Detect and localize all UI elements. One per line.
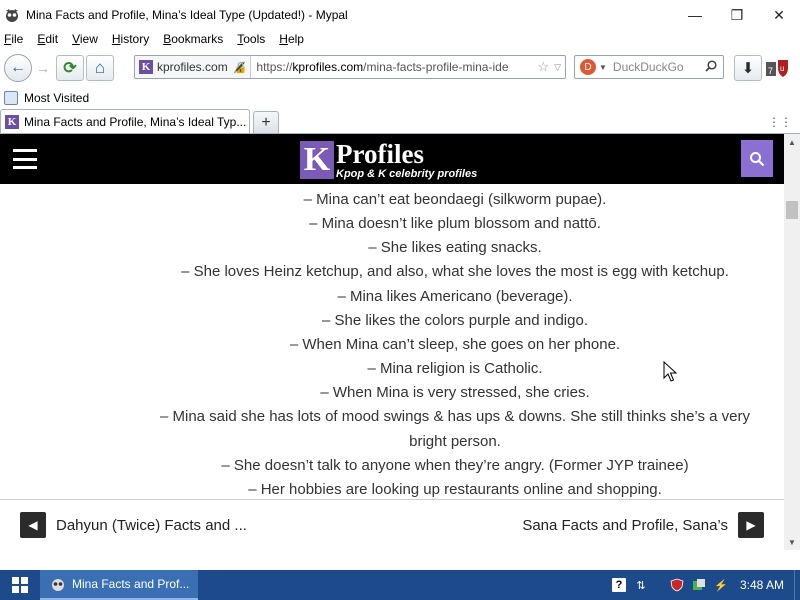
next-post-link[interactable]: Sana Facts and Profile, Sana’s ▶ xyxy=(512,512,764,538)
scroll-down-icon[interactable]: ▼ xyxy=(784,534,800,550)
ublock-icon[interactable]: u7 xyxy=(766,58,790,78)
next-post-label: Sana Facts and Profile, Sana’s xyxy=(522,516,728,534)
menu-help[interactable]: Help xyxy=(279,32,304,46)
fact-item: – Mina can’t eat beondaegi (silkworm pup… xyxy=(303,191,607,208)
menu-view[interactable]: View xyxy=(72,32,98,46)
scrollbar-thumb[interactable] xyxy=(786,201,798,219)
previous-post-label: Dahyun (Twice) Facts and ... xyxy=(56,516,247,534)
lock-icon: 🔏 xyxy=(232,61,247,74)
site-search-button[interactable] xyxy=(741,140,773,177)
chevron-left-icon: ◀ xyxy=(20,512,46,538)
status-strip xyxy=(0,550,800,570)
fact-item: – When Mina can’t sleep, she goes on her… xyxy=(289,335,621,353)
list-all-tabs-icon[interactable]: ⋮⋮ xyxy=(768,115,792,129)
tab-favicon: K xyxy=(5,114,19,129)
taskbar: Mina Facts and Prof... ? ⇅ ⚡ 3:48 AM xyxy=(0,570,800,600)
downloads-button[interactable]: ⬇ xyxy=(734,55,762,81)
previous-post-link[interactable]: ◀ Dahyun (Twice) Facts and ... xyxy=(20,512,257,538)
site-header: K Profiles Kpop & K celebrity profiles xyxy=(0,134,784,184)
fact-item: – Mina likes Americano (beverage). xyxy=(337,287,573,305)
tab-title: Mina Facts and Profile, Mina’s Ideal Typ… xyxy=(24,114,247,129)
fact-item: – She loves Heinz ketchup, and also, wha… xyxy=(181,263,729,281)
search-icon[interactable] xyxy=(705,59,717,75)
bookmarks-toolbar: Most Visited xyxy=(0,88,800,108)
mouse-cursor-icon xyxy=(663,361,677,382)
logo-letter: K xyxy=(300,141,334,179)
forward-button[interactable]: → xyxy=(32,55,54,81)
window-title: Mina Facts and Profile, Mina’s Ideal Typ… xyxy=(26,8,348,22)
home-icon: ⌂ xyxy=(94,58,106,77)
url-dropdown-icon[interactable]: ▽ xyxy=(554,62,561,73)
menu-bar: File Edit View History Bookmarks Tools H… xyxy=(0,30,800,48)
post-navigation: ◀ Dahyun (Twice) Facts and ... Sana Fact… xyxy=(0,499,784,550)
url-bar[interactable]: K kprofiles.com 🔏 https://kprofiles.com/… xyxy=(134,55,566,79)
identity-domain: kprofiles.com xyxy=(157,60,228,74)
reload-button[interactable]: ⟳ xyxy=(56,55,84,81)
maximize-button[interactable]: ❐ xyxy=(716,0,758,30)
web-page: K Profiles Kpop & K celebrity profiles –… xyxy=(0,134,784,550)
action-center-icon[interactable] xyxy=(692,578,706,592)
minimize-button[interactable]: — xyxy=(674,0,716,30)
site-identity-button[interactable]: K kprofiles.com 🔏 xyxy=(135,56,252,78)
bookmark-most-visited[interactable]: Most Visited xyxy=(24,91,89,105)
menu-history[interactable]: History xyxy=(112,32,149,46)
chevron-right-icon: ▶ xyxy=(738,512,764,538)
volume-icon[interactable]: ⚡ xyxy=(714,578,728,592)
menu-bookmarks[interactable]: Bookmarks xyxy=(163,32,223,46)
fact-item: – Mina doesn’t like plum blossom and nat… xyxy=(309,215,601,233)
windows-logo-icon xyxy=(12,577,28,593)
menu-tools[interactable]: Tools xyxy=(237,32,265,46)
tab-active[interactable]: K Mina Facts and Profile, Mina’s Ideal T… xyxy=(0,109,250,133)
svg-text:7: 7 xyxy=(768,66,773,76)
mypal-app-icon xyxy=(52,579,64,591)
bookmark-star-icon[interactable]: ☆ xyxy=(537,59,549,75)
reload-icon: ⟳ xyxy=(63,60,77,77)
duckduckgo-icon[interactable]: D xyxy=(580,59,596,75)
fact-item: – She likes the colors purple and indigo… xyxy=(321,311,588,329)
most-visited-icon xyxy=(4,91,18,105)
url-host: kprofiles.com xyxy=(292,60,364,74)
show-desktop-button[interactable] xyxy=(794,570,800,600)
tab-strip: K Mina Facts and Profile, Mina’s Ideal T… xyxy=(0,109,800,134)
taskbar-mypal-window[interactable]: Mina Facts and Prof... xyxy=(40,570,198,600)
new-tab-button[interactable]: + xyxy=(253,111,279,133)
site-favicon: K xyxy=(139,60,153,74)
search-icon xyxy=(750,151,765,166)
page-scrollbar[interactable]: ▲ ▼ xyxy=(784,134,800,550)
menu-edit[interactable]: Edit xyxy=(37,32,58,46)
menu-file[interactable]: File xyxy=(4,32,23,46)
title-bar: Mina Facts and Profile, Mina’s Ideal Typ… xyxy=(0,0,800,30)
home-button[interactable]: ⌂ xyxy=(86,55,114,81)
scroll-up-icon[interactable]: ▲ xyxy=(784,134,800,150)
hamburger-menu-icon[interactable] xyxy=(13,149,37,169)
taskbar-clock[interactable]: 3:48 AM xyxy=(740,578,784,592)
navigation-toolbar: ← → ⟳ ⌂ K kprofiles.com 🔏 https://kprofi… xyxy=(0,52,800,84)
taskbar-window-label: Mina Facts and Prof... xyxy=(72,577,190,591)
fact-item: – She doesn’t talk to anyone when they’r… xyxy=(221,456,689,474)
facts-list: – Mina can’t eat beondaegi (silkworm pup… xyxy=(150,188,760,502)
svg-text:u: u xyxy=(780,64,784,73)
fact-item: – When Mina is very stressed, she cries. xyxy=(320,384,590,402)
download-icon: ⬇ xyxy=(741,60,755,77)
network-icon[interactable]: ⇅ xyxy=(634,578,648,592)
logo-tagline: Kpop & K celebrity profiles xyxy=(336,167,478,180)
search-placeholder: DuckDuckGo xyxy=(612,60,684,74)
help-icon[interactable]: ? xyxy=(611,578,626,592)
fact-item: – Mina said she has lots of mood swings … xyxy=(159,408,751,450)
shield-icon[interactable] xyxy=(670,578,684,592)
fact-item: – She likes eating snacks. xyxy=(368,239,542,257)
system-tray: ? ⇅ ⚡ 3:48 AM xyxy=(604,570,800,600)
site-logo[interactable]: K Profiles Kpop & K celebrity profiles xyxy=(300,140,477,180)
search-engine-dropdown-icon[interactable]: ▼ xyxy=(599,63,607,72)
close-button[interactable]: ✕ xyxy=(758,0,800,30)
url-path: /mina-facts-profile-mina-ide xyxy=(363,60,509,74)
url-prefix: https:// xyxy=(256,60,293,74)
logo-name: Profiles xyxy=(336,138,424,169)
url-text[interactable]: https://kprofiles.com/mina-facts-profile… xyxy=(256,60,537,74)
search-bar[interactable]: D ▼ DuckDuckGo xyxy=(574,55,724,79)
back-button[interactable]: ← xyxy=(4,54,32,82)
start-button[interactable] xyxy=(0,570,40,600)
mypal-app-icon xyxy=(4,7,20,23)
